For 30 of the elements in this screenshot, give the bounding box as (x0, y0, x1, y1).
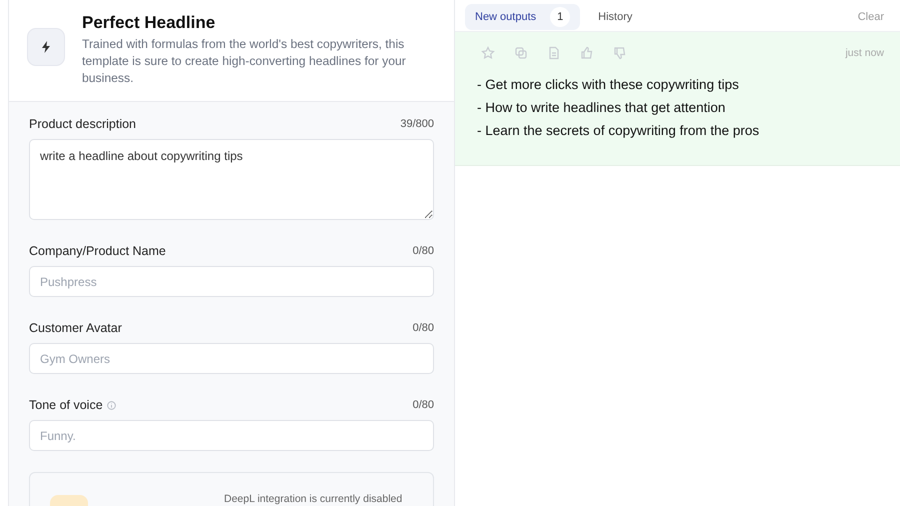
output-timestamp: just now (845, 47, 884, 59)
integration-notice: DeepL integration is currently disabled (224, 493, 402, 505)
field-label: Tone of voice (29, 398, 103, 412)
field-label: Product description (29, 117, 136, 131)
character-counter: 0/80 (412, 399, 434, 411)
lightning-icon (41, 41, 51, 53)
character-counter: 0/80 (412, 245, 434, 257)
character-counter: 0/80 (412, 322, 434, 334)
input-field[interactable]: Pushpress (29, 266, 434, 297)
output-line: - Get more clicks with these copywriting tips (477, 76, 740, 94)
output-line: - How to write headlines that get attention (477, 99, 726, 117)
field-label: Customer Avatar (29, 321, 122, 335)
template-description: Trained with formulas from the world's best copywriters, this template is sure to create high-converting headlines for your business. (82, 36, 407, 87)
character-counter: 39/800 (400, 118, 434, 130)
input-field[interactable]: Funny. (29, 420, 434, 451)
tab[interactable]: New outputs 1 (465, 4, 580, 30)
copy-icon[interactable] (514, 46, 528, 60)
count-badge: 1 (550, 6, 570, 26)
template-title: Perfect Headline (82, 13, 216, 33)
text-area[interactable]: write a headline about copywriting tips (29, 139, 434, 220)
field-label: Company/Product Name (29, 244, 166, 258)
document-icon[interactable] (547, 46, 561, 60)
thumbs-up-icon[interactable] (580, 46, 594, 60)
tab[interactable]: History (588, 4, 642, 30)
integration-logo (50, 495, 88, 506)
star-icon[interactable] (481, 46, 495, 60)
info-icon[interactable] (106, 400, 116, 410)
input-field[interactable]: Gym Owners (29, 343, 434, 374)
thumbs-down-icon[interactable] (613, 46, 627, 60)
output-line: - Learn the secrets of copywriting from the pros (477, 122, 760, 140)
